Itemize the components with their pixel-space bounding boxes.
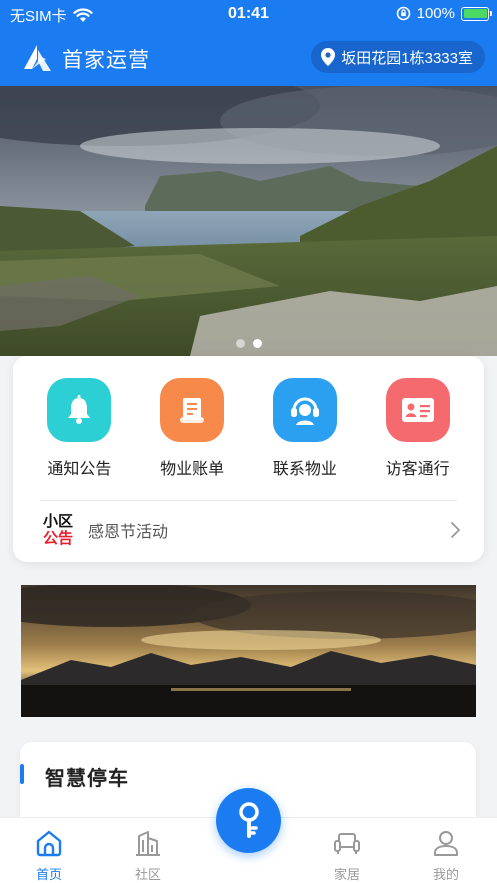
notice-row[interactable]: 小区 公告 感恩节活动 — [40, 510, 462, 550]
bell-icon — [47, 378, 112, 442]
tab-community[interactable]: 社区 — [113, 828, 183, 883]
unlock-key-button[interactable] — [216, 788, 281, 853]
status-right: 100% — [396, 5, 492, 22]
user-icon — [434, 831, 458, 856]
tab-label: 首页 — [35, 867, 62, 882]
service-contact[interactable]: 联系物业 — [255, 378, 355, 479]
app-header: 无SIM卡 01:41 100% 首家运营 坂田花园1栋3333室 — [0, 0, 497, 86]
hero-banner[interactable] — [0, 86, 497, 356]
service-grid: 通知公告 物业账单 联系物业 访客通行 — [13, 378, 484, 479]
service-label: 通知公告 — [47, 461, 112, 478]
scroll-bill-icon — [160, 378, 225, 442]
battery-charging-icon — [461, 6, 492, 21]
app-logo — [24, 45, 51, 71]
service-label: 物业账单 — [160, 461, 225, 478]
section-accent-bar — [20, 764, 24, 784]
promo-banner-image — [21, 585, 476, 717]
notice-badge: 小区 公告 — [40, 513, 76, 547]
chevron-right-icon — [451, 522, 460, 538]
building-icon — [136, 831, 160, 856]
banner-image — [0, 86, 497, 356]
smart-parking-title: 智慧停车 — [45, 768, 129, 790]
home-icon — [36, 830, 62, 857]
service-visitor[interactable]: 访客通行 — [368, 378, 468, 479]
app-bar: 首家运营 坂田花园1栋3333室 — [0, 36, 497, 80]
location-selector[interactable]: 坂田花园1栋3333室 — [311, 41, 485, 73]
notice-text: 感恩节活动 — [88, 524, 169, 541]
rotation-lock-icon — [396, 6, 410, 21]
service-card: 通知公告 物业账单 联系物业 访客通行 小区 公告 感恩节活动 — [13, 356, 484, 562]
service-label: 访客通行 — [385, 461, 450, 478]
status-bar: 无SIM卡 01:41 100% — [0, 0, 497, 30]
notice-badge-line2: 公告 — [42, 530, 73, 547]
location-label: 坂田花园1栋3333室 — [341, 49, 473, 67]
location-pin-icon — [321, 48, 336, 66]
tab-label: 我的 — [432, 867, 459, 882]
customer-service-icon — [272, 378, 337, 442]
notice-badge-line1: 小区 — [42, 513, 73, 530]
sofa-icon — [334, 833, 360, 854]
tab-profile[interactable]: 我的 — [411, 828, 481, 883]
pagination-dot-active[interactable] — [252, 339, 262, 348]
id-card-icon — [385, 378, 450, 442]
service-notice[interactable]: 通知公告 — [29, 378, 129, 479]
tab-label: 家居 — [333, 867, 360, 882]
battery-percent: 100% — [416, 5, 455, 22]
service-bill[interactable]: 物业账单 — [142, 378, 242, 479]
service-label: 联系物业 — [272, 461, 337, 478]
pagination-dot[interactable] — [235, 339, 245, 348]
tab-home[interactable]: 首页 — [14, 828, 84, 883]
key-icon — [238, 801, 259, 838]
tab-label: 社区 — [134, 867, 161, 882]
tab-home-living[interactable]: 家居 — [312, 828, 382, 883]
card-divider — [40, 500, 457, 501]
banner-pagination — [0, 339, 497, 348]
promo-banner[interactable] — [21, 585, 476, 717]
app-title: 首家运营 — [62, 49, 150, 72]
